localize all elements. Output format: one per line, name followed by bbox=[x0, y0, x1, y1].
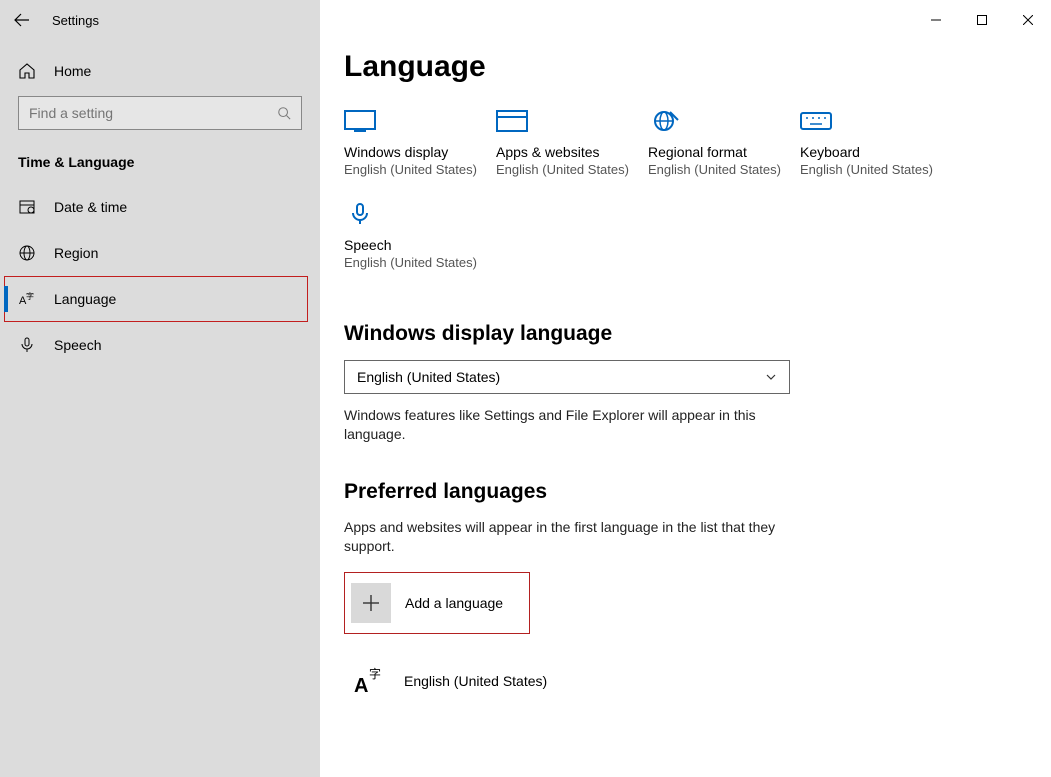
dropdown-value: English (United States) bbox=[357, 369, 500, 385]
sidebar-header: Settings bbox=[0, 0, 320, 40]
microphone-icon bbox=[18, 336, 36, 354]
sidebar-item-label: Language bbox=[54, 291, 116, 307]
tile-label: Apps & websites bbox=[496, 144, 648, 160]
home-icon bbox=[18, 62, 36, 80]
display-language-help: Windows features like Settings and File … bbox=[344, 406, 790, 444]
tile-detail: English (United States) bbox=[344, 162, 496, 177]
sidebar-item-label: Region bbox=[54, 245, 98, 261]
calendar-clock-icon bbox=[18, 198, 36, 216]
close-button[interactable] bbox=[1005, 0, 1051, 40]
tiles-row: Windows display English (United States) … bbox=[344, 110, 1027, 296]
search-input[interactable] bbox=[29, 105, 277, 121]
add-language-button[interactable]: Add a language bbox=[344, 572, 530, 634]
display-icon bbox=[344, 110, 376, 132]
preferred-languages-heading: Preferred languages bbox=[344, 480, 1027, 504]
tile-detail: English (United States) bbox=[344, 255, 496, 270]
tile-detail: English (United States) bbox=[800, 162, 952, 177]
globe-icon bbox=[648, 110, 680, 132]
globe-icon bbox=[18, 244, 36, 262]
language-icon: A字 bbox=[18, 290, 36, 308]
arrow-left-icon bbox=[14, 12, 30, 28]
language-item-label: English (United States) bbox=[404, 673, 547, 689]
tile-apps-websites[interactable]: Apps & websites English (United States) bbox=[496, 110, 648, 177]
tile-label: Regional format bbox=[648, 144, 800, 160]
titlebar bbox=[320, 0, 1051, 40]
sidebar-item-label: Date & time bbox=[54, 199, 127, 215]
sidebar-home-label: Home bbox=[54, 63, 91, 79]
svg-text:字: 字 bbox=[369, 666, 381, 681]
sidebar-item-region[interactable]: Region bbox=[0, 230, 320, 276]
search-box[interactable] bbox=[18, 96, 302, 130]
minimize-button[interactable] bbox=[913, 0, 959, 40]
close-icon bbox=[1023, 15, 1033, 25]
tile-label: Speech bbox=[344, 237, 496, 253]
language-item[interactable]: A字 English (United States) bbox=[344, 650, 1027, 712]
tile-label: Keyboard bbox=[800, 144, 952, 160]
sidebar-body: Home Time & Language Date & time Region … bbox=[0, 40, 320, 368]
keyboard-icon bbox=[800, 110, 832, 132]
minimize-icon bbox=[931, 15, 941, 25]
maximize-button[interactable] bbox=[959, 0, 1005, 40]
preferred-languages-help: Apps and websites will appear in the fir… bbox=[344, 518, 790, 556]
sidebar-category: Time & Language bbox=[0, 144, 320, 184]
add-language-label: Add a language bbox=[405, 595, 503, 611]
svg-text:字: 字 bbox=[26, 291, 34, 301]
window-icon bbox=[496, 110, 528, 132]
main: Language Windows display English (United… bbox=[320, 0, 1051, 777]
tile-detail: English (United States) bbox=[496, 162, 648, 177]
tile-detail: English (United States) bbox=[648, 162, 800, 177]
chevron-down-icon bbox=[765, 371, 777, 383]
sidebar-item-label: Speech bbox=[54, 337, 101, 353]
sidebar-home[interactable]: Home bbox=[0, 50, 320, 92]
sidebar-item-date-time[interactable]: Date & time bbox=[0, 184, 320, 230]
display-language-dropdown[interactable]: English (United States) bbox=[344, 360, 790, 394]
svg-text:A: A bbox=[354, 675, 368, 697]
display-language-heading: Windows display language bbox=[344, 322, 1027, 346]
sidebar-item-speech[interactable]: Speech bbox=[0, 322, 320, 368]
tile-keyboard[interactable]: Keyboard English (United States) bbox=[800, 110, 952, 177]
microphone-icon bbox=[344, 203, 376, 225]
content: Language Windows display English (United… bbox=[320, 40, 1051, 712]
tile-windows-display[interactable]: Windows display English (United States) bbox=[344, 110, 496, 177]
tile-speech[interactable]: Speech English (United States) bbox=[344, 203, 496, 270]
tile-label: Windows display bbox=[344, 144, 496, 160]
search-icon bbox=[277, 106, 291, 120]
page-title: Language bbox=[344, 50, 1027, 84]
maximize-icon bbox=[977, 15, 987, 25]
sidebar-item-language[interactable]: A字 Language bbox=[4, 276, 308, 322]
back-button[interactable] bbox=[12, 10, 32, 30]
language-ime-icon: A字 bbox=[350, 661, 390, 701]
tile-regional-format[interactable]: Regional format English (United States) bbox=[648, 110, 800, 177]
sidebar: Settings Home Time & Language Date & tim… bbox=[0, 0, 320, 777]
app-title: Settings bbox=[52, 13, 99, 28]
plus-icon bbox=[351, 583, 391, 623]
